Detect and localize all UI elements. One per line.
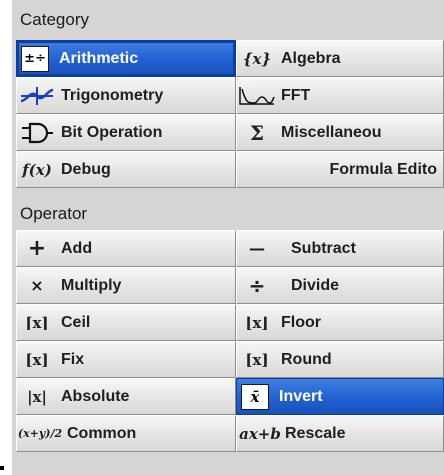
operator-invert-button[interactable]: x̄ Invert	[236, 378, 444, 415]
fft-spectrum-icon	[237, 81, 277, 111]
operator-subtract-button[interactable]: — Subtract	[236, 230, 444, 267]
algebra-icon: {x}	[242, 49, 272, 68]
plus-icon: +	[27, 236, 47, 261]
operator-floor-button[interactable]: ⌊x⌋ Floor	[236, 304, 444, 341]
operator-add-button[interactable]: + Add	[16, 230, 236, 267]
rescale-icon: ax+b	[239, 424, 281, 443]
category-algebra-button[interactable]: {x} Algebra	[236, 40, 444, 77]
category-trigonometry-button[interactable]: Trigonometry	[16, 77, 236, 114]
math-function-panel: Category ±÷ Arithmetic {x} Algebra Trigo…	[12, 0, 444, 475]
sine-wave-icon	[17, 81, 57, 111]
category-grid: ±÷ Arithmetic {x} Algebra Trigonometry F…	[16, 40, 444, 188]
divide-icon: ÷	[248, 273, 266, 298]
category-fft-button[interactable]: FFT	[236, 77, 444, 114]
common-icon: (x+y)/2	[17, 427, 63, 440]
round-icon: [x]	[245, 350, 269, 369]
ceil-icon: ⌈x⌉	[25, 313, 49, 332]
sigma-icon: Σ	[249, 120, 265, 145]
operator-grid: + Add — Subtract × Multiply ÷ Divide ⌈x⌉…	[16, 230, 444, 452]
category-bit-operation-button[interactable]: Bit Operation	[16, 114, 236, 151]
absolute-icon: |x|	[27, 387, 47, 406]
operator-absolute-button[interactable]: |x| Absolute	[16, 378, 236, 415]
arithmetic-icon: ±÷	[21, 45, 49, 72]
edge-marker	[0, 466, 4, 470]
operator-rescale-button[interactable]: ax+b Rescale	[236, 415, 444, 452]
category-formula-editor-button[interactable]: Formula Edito	[236, 151, 444, 188]
minus-icon: —	[249, 239, 265, 258]
category-debug-button[interactable]: f(x) Debug	[16, 151, 236, 188]
function-icon: f(x)	[22, 160, 52, 179]
operator-multiply-button[interactable]: × Multiply	[16, 267, 236, 304]
category-miscellaneous-button[interactable]: Σ Miscellaneou	[236, 114, 444, 151]
logic-gate-icon	[17, 118, 57, 148]
category-title: Category	[20, 10, 89, 29]
category-arithmetic-button[interactable]: ±÷ Arithmetic	[16, 40, 236, 77]
operator-fix-button[interactable]: [x] Fix	[16, 341, 236, 378]
invert-icon: x̄	[241, 383, 269, 410]
fix-icon: [x]	[25, 350, 49, 369]
floor-icon: ⌊x⌋	[245, 313, 269, 332]
operator-round-button[interactable]: [x] Round	[236, 341, 444, 378]
multiply-icon: ×	[30, 276, 44, 295]
operator-common-button[interactable]: (x+y)/2 Common	[16, 415, 236, 452]
operator-title: Operator	[20, 204, 88, 223]
operator-divide-button[interactable]: ÷ Divide	[236, 267, 444, 304]
operator-ceil-button[interactable]: ⌈x⌉ Ceil	[16, 304, 236, 341]
